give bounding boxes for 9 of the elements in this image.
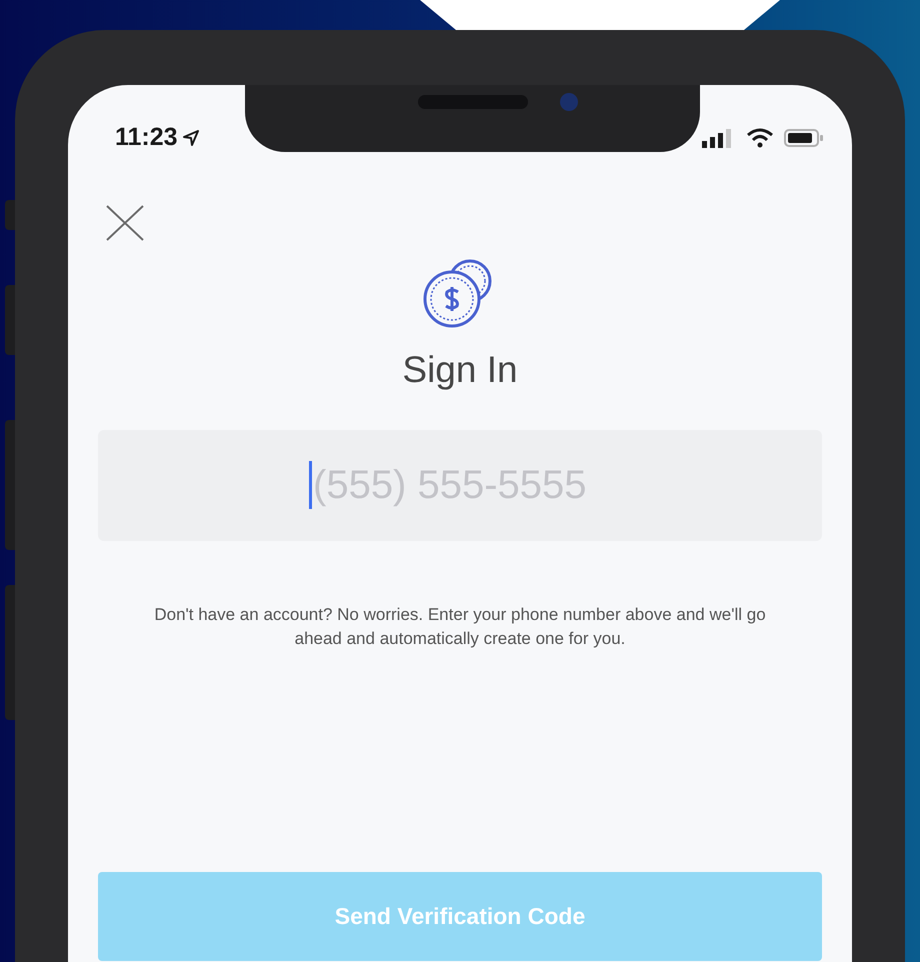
page-title: Sign In (402, 348, 518, 392)
close-button[interactable] (105, 203, 145, 243)
status-time: 11:23 (115, 122, 178, 153)
text-cursor (309, 460, 312, 508)
info-text: Don't have an account? No worries. Enter your phone number above and we'll go ahead and automatically create one for you. (153, 604, 767, 650)
location-arrow-icon (182, 128, 200, 146)
battery-icon (784, 128, 824, 148)
wifi-icon (746, 128, 774, 148)
close-icon (105, 203, 145, 243)
